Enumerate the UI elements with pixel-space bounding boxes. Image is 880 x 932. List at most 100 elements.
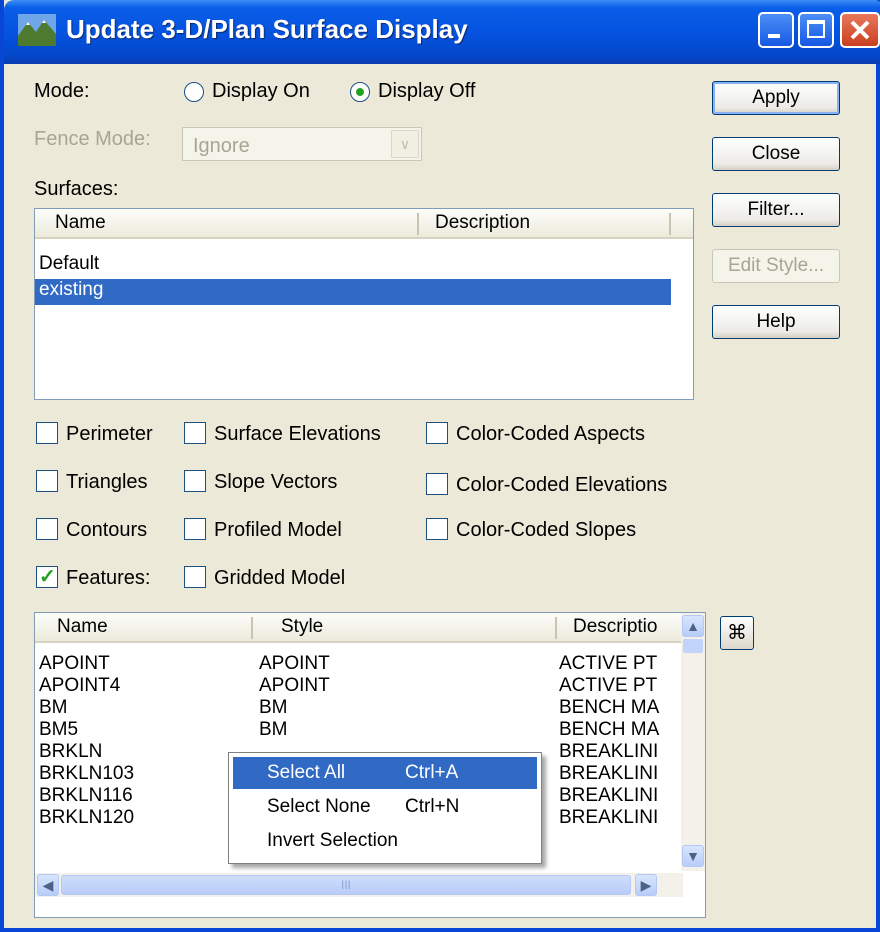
maximize-icon [807, 20, 825, 38]
gridded-model-label[interactable]: Gridded Model [214, 567, 345, 590]
color-coded-elevations-checkbox[interactable] [426, 473, 448, 495]
feature-style[interactable]: APOINT [259, 653, 330, 675]
checkmark-icon: ✓ [39, 566, 56, 588]
surfaces-col-name[interactable]: Name [55, 212, 106, 234]
color-coded-aspects-label[interactable]: Color-Coded Aspects [456, 423, 645, 446]
column-divider[interactable] [417, 213, 419, 235]
feature-name[interactable]: APOINT [39, 653, 110, 675]
surfaces-label: Surfaces: [34, 178, 119, 200]
profiled-model-checkbox[interactable] [184, 518, 206, 540]
feature-name[interactable]: BM5 [39, 719, 78, 741]
minimize-icon [768, 34, 780, 38]
chevron-right-icon: ▶ [640, 877, 652, 893]
features-col-style[interactable]: Style [281, 616, 323, 638]
minimize-button[interactable] [758, 12, 794, 48]
surfaces-col-description[interactable]: Description [435, 212, 530, 234]
fence-mode-value: Ignore [193, 135, 250, 157]
radio-selected-dot [356, 88, 364, 96]
feature-description[interactable]: BENCH MA [559, 719, 659, 741]
color-coded-elevations-label[interactable]: Color-Coded Elevations [456, 474, 667, 497]
close-icon [850, 20, 870, 40]
chevron-down-icon: ▼ [686, 848, 700, 864]
triangles-label[interactable]: Triangles [66, 471, 148, 494]
feature-name[interactable]: BRKLN103 [39, 763, 134, 785]
triangles-checkbox[interactable] [36, 470, 58, 492]
feature-description[interactable]: BREAKLINI [559, 785, 658, 807]
apply-button[interactable]: Apply [712, 81, 840, 115]
radio-display-off-label[interactable]: Display Off [378, 80, 475, 103]
menu-item-label: Select All [267, 762, 346, 783]
fence-mode-label: Fence Mode: [34, 128, 151, 150]
maximize-button[interactable] [798, 12, 834, 48]
radio-display-on-label[interactable]: Display On [212, 80, 310, 103]
scroll-up-button[interactable]: ▲ [682, 615, 704, 637]
column-divider[interactable] [669, 213, 671, 235]
surface-elevations-label[interactable]: Surface Elevations [214, 423, 381, 446]
vertical-scroll-thumb[interactable] [683, 639, 703, 653]
mode-label: Mode: [34, 80, 90, 102]
contours-label[interactable]: Contours [66, 519, 147, 542]
close-button[interactable]: Close [712, 137, 840, 171]
menu-item-label: Select None [267, 796, 371, 817]
feature-description[interactable]: BREAKLINI [559, 807, 658, 829]
features-col-description[interactable]: Descriptio [573, 616, 657, 638]
fence-mode-select: Ignore ∨ [182, 127, 422, 161]
chevron-down-icon: ∨ [391, 130, 419, 158]
color-coded-slopes-checkbox[interactable] [426, 518, 448, 540]
scroll-left-button[interactable]: ◀ [37, 874, 59, 896]
feature-name[interactable]: BRKLN [39, 741, 102, 763]
surface-elevations-checkbox[interactable] [184, 422, 206, 444]
radio-display-off[interactable] [350, 82, 370, 102]
surface-row-selected[interactable]: existing [35, 279, 671, 305]
features-col-name[interactable]: Name [57, 616, 108, 638]
surfaces-header: Name Description [35, 209, 693, 239]
features-header: Name Style Descriptio [35, 613, 683, 643]
surface-row[interactable]: Default [35, 253, 675, 275]
horizontal-scroll-thumb[interactable]: III [61, 875, 631, 895]
feature-name[interactable]: BRKLN120 [39, 807, 134, 829]
feature-name[interactable]: BM [39, 697, 68, 719]
surfaces-list[interactable]: Name Description Default existing [34, 208, 694, 400]
column-divider[interactable] [251, 617, 253, 639]
perimeter-label[interactable]: Perimeter [66, 423, 153, 446]
dialog-window: Update 3-D/Plan Surface Display Mode: Di… [0, 0, 880, 932]
menu-item-shortcut: Ctrl+N [405, 796, 460, 817]
gridded-model-checkbox[interactable] [184, 566, 206, 588]
vertical-scrollbar[interactable]: ▲ ▼ [681, 613, 705, 871]
feature-name[interactable]: APOINT4 [39, 675, 120, 697]
contours-checkbox[interactable] [36, 518, 58, 540]
feature-description[interactable]: BENCH MA [559, 697, 659, 719]
feature-description[interactable]: BREAKLINI [559, 741, 658, 763]
feature-name[interactable]: BRKLN116 [39, 785, 133, 807]
menu-item-shortcut: Ctrl+A [405, 762, 459, 783]
menu-invert-selection[interactable]: Invert Selection [233, 825, 537, 857]
color-coded-aspects-checkbox[interactable] [426, 422, 448, 444]
feature-description[interactable]: ACTIVE PT [559, 675, 657, 697]
feature-style[interactable]: BM [259, 719, 288, 741]
scroll-right-button[interactable]: ▶ [635, 874, 657, 896]
slope-vectors-label[interactable]: Slope Vectors [214, 471, 337, 494]
feature-description[interactable]: ACTIVE PT [559, 653, 657, 675]
slope-vectors-checkbox[interactable] [184, 470, 206, 492]
perimeter-checkbox[interactable] [36, 422, 58, 444]
pick-feature-button[interactable]: ⌘ [720, 616, 754, 650]
horizontal-scrollbar[interactable]: ◀ III ▶ [35, 873, 683, 897]
color-coded-slopes-label[interactable]: Color-Coded Slopes [456, 519, 636, 542]
terrain-app-icon [18, 14, 56, 46]
features-label[interactable]: Features: [66, 567, 150, 590]
features-checkbox[interactable]: ✓ [36, 566, 58, 588]
radio-display-on[interactable] [184, 82, 204, 102]
filter-button[interactable]: Filter... [712, 193, 840, 227]
chevron-left-icon: ◀ [42, 877, 54, 893]
close-window-button[interactable] [840, 12, 880, 48]
column-divider[interactable] [555, 617, 557, 639]
feature-style[interactable]: APOINT [259, 675, 330, 697]
feature-description[interactable]: BREAKLINI [559, 763, 658, 785]
feature-style[interactable]: BM [259, 697, 288, 719]
scroll-down-button[interactable]: ▼ [682, 845, 704, 867]
profiled-model-label[interactable]: Profiled Model [214, 519, 342, 542]
help-button[interactable]: Help [712, 305, 840, 339]
menu-select-all[interactable]: Select All Ctrl+A [233, 757, 537, 789]
title-bar[interactable]: Update 3-D/Plan Surface Display [4, 0, 880, 64]
menu-select-none[interactable]: Select None Ctrl+N [233, 791, 537, 823]
